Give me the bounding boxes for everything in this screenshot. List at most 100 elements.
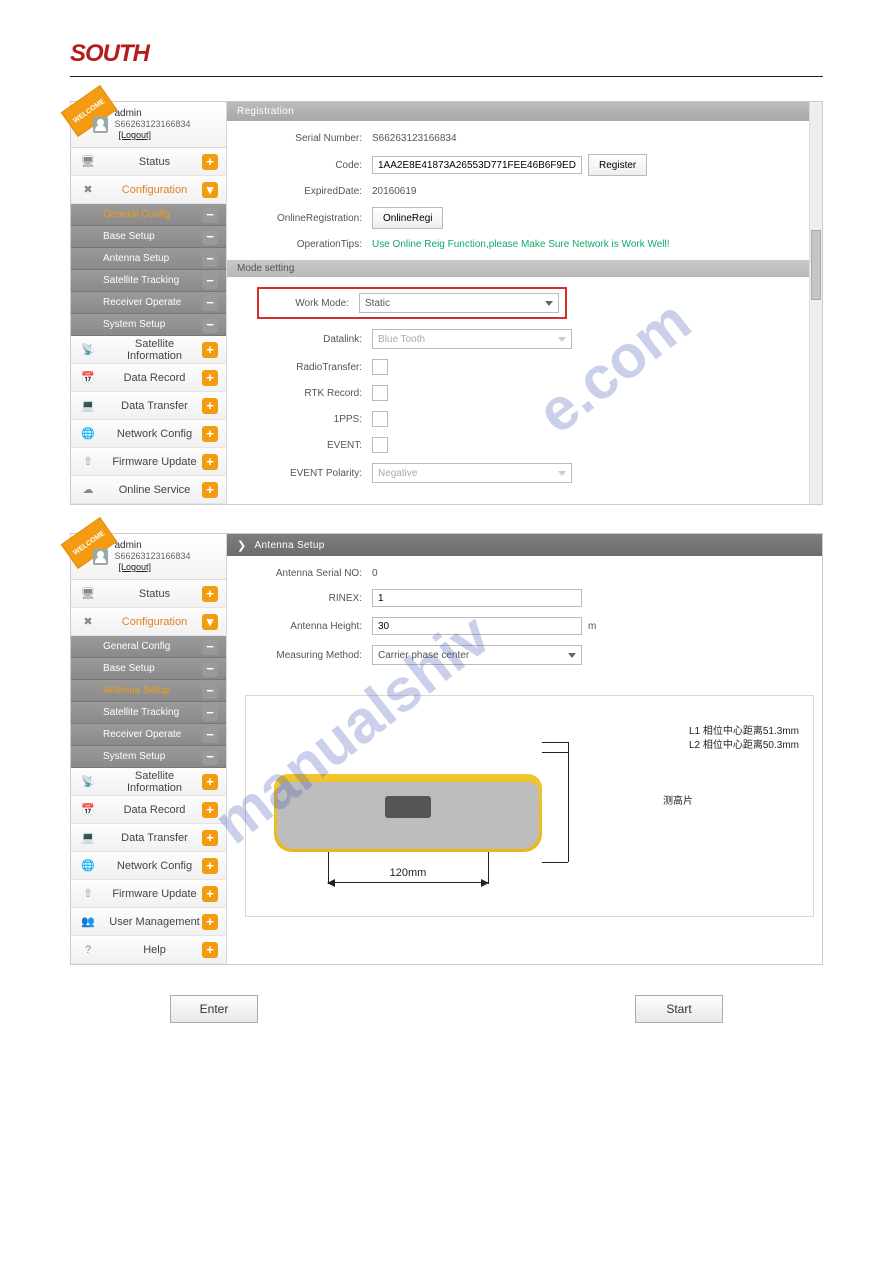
- expand-icon: +: [202, 914, 218, 930]
- screenshot-2: WELCOME admin S66263123166834 [Logout] 🖥…: [70, 533, 823, 965]
- code-label: Code:: [257, 160, 362, 171]
- logout-link[interactable]: [Logout]: [118, 562, 151, 572]
- datalink-select[interactable]: Blue Tooth: [372, 329, 572, 349]
- menu-label: Data Transfer: [107, 400, 202, 412]
- content-area: Registration Serial Number:S662631231668…: [227, 102, 822, 504]
- submenu-satellite-tracking[interactable]: Satellite Tracking−: [71, 702, 226, 724]
- menu-label: Network Config: [107, 860, 202, 872]
- cloud-icon: ☁: [81, 483, 95, 497]
- divider: [70, 76, 823, 77]
- submenu-system-setup[interactable]: System Setup−: [71, 314, 226, 336]
- menu-label: Help: [107, 944, 202, 956]
- submenu-general-config[interactable]: General Config−: [71, 636, 226, 658]
- user-name: admin: [114, 108, 226, 119]
- section-registration: Registration: [227, 102, 822, 121]
- dim-line: [542, 742, 568, 743]
- calendar-icon: 📅: [81, 371, 95, 385]
- enter-button[interactable]: Enter: [170, 995, 258, 1023]
- upload-icon: ⇧: [81, 455, 95, 469]
- width-dimension: 120mm: [328, 882, 488, 883]
- code-input[interactable]: [372, 156, 582, 174]
- menu-data-transfer[interactable]: 💻 Data Transfer+: [71, 392, 226, 420]
- measuring-method-label: Measuring Method:: [257, 650, 362, 661]
- expired-date-label: ExpiredDate:: [257, 186, 362, 197]
- help-icon: ?: [81, 943, 95, 957]
- menu-firmware-update[interactable]: ⇧Firmware Update+: [71, 880, 226, 908]
- expand-icon: +: [202, 774, 218, 790]
- menu-data-record[interactable]: 📅Data Record+: [71, 364, 226, 392]
- user-icon: [93, 549, 108, 565]
- menu-firmware-update[interactable]: ⇧Firmware Update+: [71, 448, 226, 476]
- users-icon: 👥: [81, 915, 95, 929]
- submenu-general-config[interactable]: General Config−: [71, 204, 226, 226]
- measuring-method-select[interactable]: Carrier phase center: [372, 645, 582, 665]
- menu-label: Data Record: [107, 372, 202, 384]
- register-button[interactable]: Register: [588, 154, 647, 176]
- user-serial: S66263123166834: [114, 119, 190, 129]
- satellite-icon: 📡: [81, 775, 95, 789]
- pps-checkbox[interactable]: [372, 411, 388, 427]
- globe-icon: 🌐: [81, 859, 95, 873]
- rinex-input[interactable]: [372, 589, 582, 607]
- submenu-antenna-setup[interactable]: Antenna Setup−: [71, 248, 226, 270]
- collapse-icon: ▾: [202, 182, 218, 198]
- rinex-label: RINEX:: [257, 593, 362, 604]
- expand-icon: +: [202, 830, 218, 846]
- expand-icon: +: [202, 886, 218, 902]
- serial-number-value: S66263123166834: [372, 133, 457, 144]
- submenu-antenna-setup[interactable]: Antenna Setup−: [71, 680, 226, 702]
- user-name: admin: [114, 540, 226, 551]
- main-menu: 🖥 Status + ✖ Configuration ▾ General Con…: [71, 148, 226, 504]
- submenu-receiver-operate[interactable]: Receiver Operate−: [71, 292, 226, 314]
- monitor-icon: 🖥: [81, 155, 95, 169]
- logout-link[interactable]: [Logout]: [118, 130, 151, 140]
- menu-label: Satellite Information: [107, 338, 202, 362]
- rtk-record-checkbox[interactable]: [372, 385, 388, 401]
- online-register-button[interactable]: OnlineRegi: [372, 207, 443, 229]
- transfer-icon: 💻: [81, 399, 95, 413]
- expand-icon: +: [202, 454, 218, 470]
- event-polarity-select[interactable]: Negative: [372, 463, 572, 483]
- menu-label: Data Record: [107, 804, 202, 816]
- user-serial: S66263123166834: [114, 551, 190, 561]
- radio-transfer-checkbox[interactable]: [372, 359, 388, 375]
- menu-data-transfer[interactable]: 💻Data Transfer+: [71, 824, 226, 852]
- menu-satellite-info[interactable]: 📡Satellite Information+: [71, 336, 226, 364]
- content-area: ❯Antenna Setup Antenna Serial NO:0 RINEX…: [227, 534, 822, 964]
- submenu-satellite-tracking[interactable]: Satellite Tracking−: [71, 270, 226, 292]
- submenu-base-setup[interactable]: Base Setup−: [71, 226, 226, 248]
- menu-configuration[interactable]: ✖ Configuration ▾: [71, 176, 226, 204]
- menu-status[interactable]: 🖥Status+: [71, 580, 226, 608]
- antenna-height-input[interactable]: [372, 617, 582, 635]
- menu-help[interactable]: ? Help+: [71, 936, 226, 964]
- event-checkbox[interactable]: [372, 437, 388, 453]
- satellite-icon: 📡: [81, 343, 95, 357]
- menu-online-service[interactable]: ☁Online Service+: [71, 476, 226, 504]
- menu-network-config[interactable]: 🌐Network Config+: [71, 420, 226, 448]
- l2-annotation: L2 相位中心距离50.3mm: [689, 736, 799, 751]
- menu-data-record[interactable]: 📅Data Record+: [71, 796, 226, 824]
- expand-icon: +: [202, 398, 218, 414]
- menu-status[interactable]: 🖥 Status +: [71, 148, 226, 176]
- menu-network-config[interactable]: 🌐Network Config+: [71, 852, 226, 880]
- work-mode-select[interactable]: Static: [359, 293, 559, 313]
- event-polarity-label: EVENT Polarity:: [257, 468, 362, 479]
- screenshot-1: WELCOME admin S66263123166834 [Logout] 🖥…: [70, 101, 823, 505]
- scrollbar[interactable]: [809, 102, 822, 504]
- radio-transfer-label: RadioTransfer:: [257, 362, 362, 373]
- tips-value: Use Online Reig Function,please Make Sur…: [372, 239, 670, 250]
- device-illustration: [274, 774, 542, 852]
- expand-icon: +: [202, 426, 218, 442]
- menu-configuration[interactable]: ✖Configuration▾: [71, 608, 226, 636]
- menu-user-management[interactable]: 👥User Management+: [71, 908, 226, 936]
- section-mode-setting: Mode setting: [227, 260, 822, 277]
- menu-satellite-info[interactable]: 📡Satellite Information+: [71, 768, 226, 796]
- work-mode-highlight: Work Mode: Static: [257, 287, 567, 319]
- scrollbar-thumb[interactable]: [811, 230, 821, 300]
- start-button[interactable]: Start: [635, 995, 723, 1023]
- submenu-system-setup[interactable]: System Setup−: [71, 746, 226, 768]
- submenu-receiver-operate[interactable]: Receiver Operate−: [71, 724, 226, 746]
- expand-icon: +: [202, 942, 218, 958]
- pps-label: 1PPS:: [257, 414, 362, 425]
- submenu-base-setup[interactable]: Base Setup−: [71, 658, 226, 680]
